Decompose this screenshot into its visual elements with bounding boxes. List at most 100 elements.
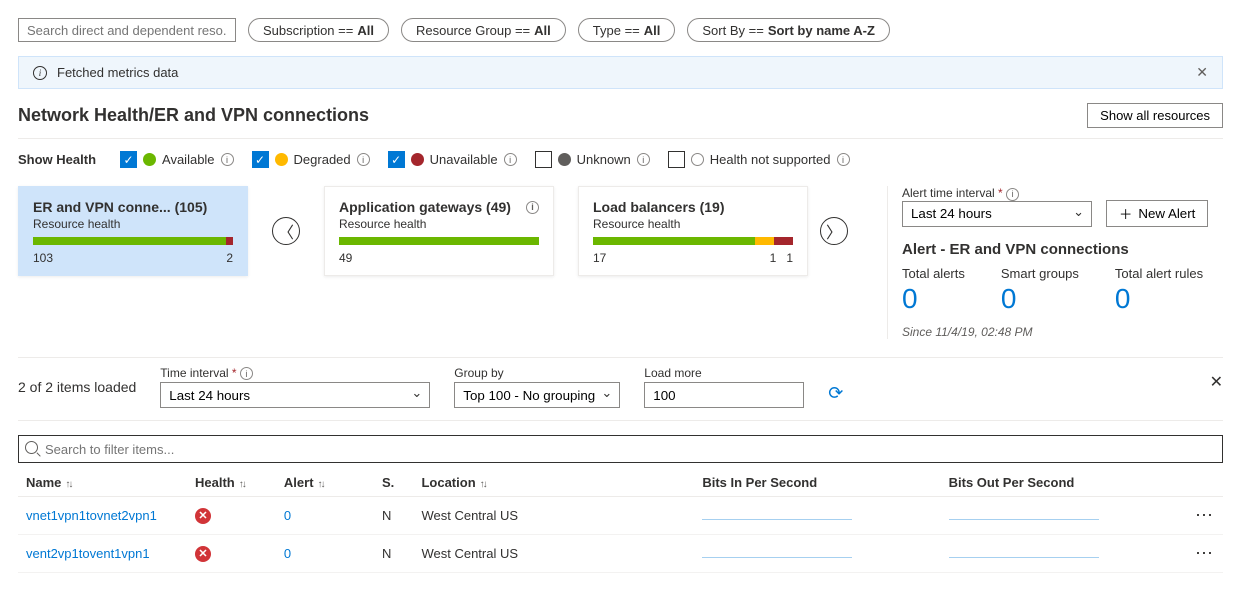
mid-row: ER and VPN conne... (105)Resource health… [18,186,1223,339]
help-icon[interactable]: i [837,153,850,166]
help-icon[interactable]: i [637,153,650,166]
health-option-label: Unavailable [430,152,498,167]
health-checkbox[interactable] [120,151,137,168]
controls-row: 2 of 2 items loaded Time interval * i La… [18,357,1223,422]
column-header[interactable]: Name↑↓ [18,469,187,497]
filter-pill[interactable]: Sort By == Sort by name A-Z [687,18,890,42]
carousel-next-button[interactable]: 〉 [820,217,848,245]
close-icon[interactable]: ✕ [1210,372,1223,392]
health-filter-row: Show Health Available i Degraded i Unavailab… [18,151,1223,168]
groupby-label: Group by [454,366,620,380]
sparkline-out [949,510,1099,520]
health-checkbox[interactable] [668,151,685,168]
results-table: Name↑↓Health↑↓Alert↑↓S.Location↑↓Bits In… [18,469,1223,573]
row-menu-button[interactable]: ⋯ [1195,505,1215,525]
filter-pill[interactable]: Subscription == All [248,18,389,42]
show-health-label: Show Health [18,152,96,167]
resource-card[interactable]: Application gateways (49)iResource healt… [324,186,554,276]
cards-zone: ER and VPN conne... (105)Resource health… [18,186,848,276]
filter-pill[interactable]: Type == All [578,18,676,42]
health-option-label: Health not supported [710,152,831,167]
refresh-icon[interactable]: ⟳ [828,383,843,404]
top-toolbar: Subscription == All Resource Group == All… [18,18,1223,42]
row-menu-button[interactable]: ⋯ [1195,543,1215,563]
sort-icon: ↑↓ [318,479,324,490]
column-header[interactable]: Location↑↓ [413,469,694,497]
alert-count-link[interactable]: 0 [284,546,291,561]
groupby-select[interactable]: Top 100 - No grouping [454,382,620,408]
column-header[interactable]: Bits Out Per Second [941,469,1187,497]
status-dot-icon [275,153,288,166]
alert-interval-label: Alert time interval * i [902,186,1092,201]
health-checkbox[interactable] [252,151,269,168]
help-icon[interactable]: i [504,153,517,166]
sparkline-in [702,548,852,558]
error-icon: ✕ [195,508,211,524]
title-row: Network Health/ER and VPN connections Sh… [18,103,1223,128]
loadmore-input[interactable] [644,382,804,408]
table-row: vnet1vpn1tovnet2vpn1 ✕ 0 NWest Central US ⋯ [18,497,1223,535]
help-icon[interactable]: i [240,367,253,380]
subscription-cell: N [374,497,413,535]
sort-icon: ↑↓ [65,479,71,490]
help-icon[interactable]: i [221,153,234,166]
error-icon: ✕ [195,546,211,562]
column-header[interactable]: Alert↑↓ [276,469,374,497]
sort-icon: ↑↓ [480,479,486,490]
column-header[interactable]: Bits In Per Second [694,469,940,497]
items-loaded-text: 2 of 2 items loaded [18,379,136,395]
table-row: vent2vp1tovent1vpn1 ✕ 0 NWest Central US ⋯ [18,535,1223,573]
new-alert-button[interactable]: ＋ New Alert [1106,200,1208,227]
filter-search-input[interactable] [18,435,1223,463]
column-header[interactable]: Health↑↓ [187,469,276,497]
resource-card[interactable]: ER and VPN conne... (105)Resource health… [18,186,248,276]
alert-metric-label: Smart groups [1001,266,1079,281]
help-icon[interactable]: i [1006,188,1019,201]
info-icon[interactable]: i [526,201,539,214]
resource-card[interactable]: Load balancers (19)Resource health1711 [578,186,808,276]
resource-link[interactable]: vent2vp1tovent1vpn1 [26,546,150,561]
carousel-prev-button[interactable]: 〈 [272,217,300,245]
filter-pill[interactable]: Resource Group == All [401,18,566,42]
health-option-label: Degraded [294,152,351,167]
loadmore-label: Load more [644,366,804,380]
alert-metric-value[interactable]: 0 [902,283,965,315]
status-dot-icon [691,153,704,166]
alert-panel: Alert time interval * i Last 24 hours ＋ … [863,186,1223,339]
health-checkbox[interactable] [388,151,405,168]
filter-search-row [18,435,1223,463]
resource-link[interactable]: vnet1vpn1tovnet2vpn1 [26,508,157,523]
alert-heading: Alert - ER and VPN connections [902,241,1223,258]
alert-count-link[interactable]: 0 [284,508,291,523]
sparkline-out [949,548,1099,558]
alert-metric-label: Total alerts [902,266,965,281]
status-dot-icon [143,153,156,166]
info-icon: i [33,66,47,80]
status-dot-icon [558,153,571,166]
health-checkbox[interactable] [535,151,552,168]
help-icon[interactable]: i [357,153,370,166]
sparkline-in [702,510,852,520]
column-header[interactable]: S. [374,469,413,497]
status-dot-icon [411,153,424,166]
health-option-label: Unknown [577,152,631,167]
plus-icon: ＋ [1119,204,1132,223]
info-message: Fetched metrics data [57,65,178,80]
search-icon [25,441,38,454]
alert-metric-label: Total alert rules [1115,266,1203,281]
alert-interval-select[interactable]: Last 24 hours [902,201,1092,227]
alert-metric-value[interactable]: 0 [1001,283,1079,315]
search-input[interactable] [18,18,236,42]
close-icon[interactable]: ✕ [1196,64,1208,81]
location-cell: West Central US [413,497,694,535]
alert-metric-value[interactable]: 0 [1115,283,1203,315]
health-option-label: Available [162,152,215,167]
subscription-cell: N [374,535,413,573]
page-title: Network Health/ER and VPN connections [18,105,369,126]
location-cell: West Central US [413,535,694,573]
time-interval-select[interactable]: Last 24 hours [160,382,430,408]
show-all-resources-button[interactable]: Show all resources [1087,103,1223,128]
sort-icon: ↑↓ [239,479,245,490]
alert-since: Since 11/4/19, 02:48 PM [902,325,1223,339]
info-bar: i Fetched metrics data ✕ [18,56,1223,89]
